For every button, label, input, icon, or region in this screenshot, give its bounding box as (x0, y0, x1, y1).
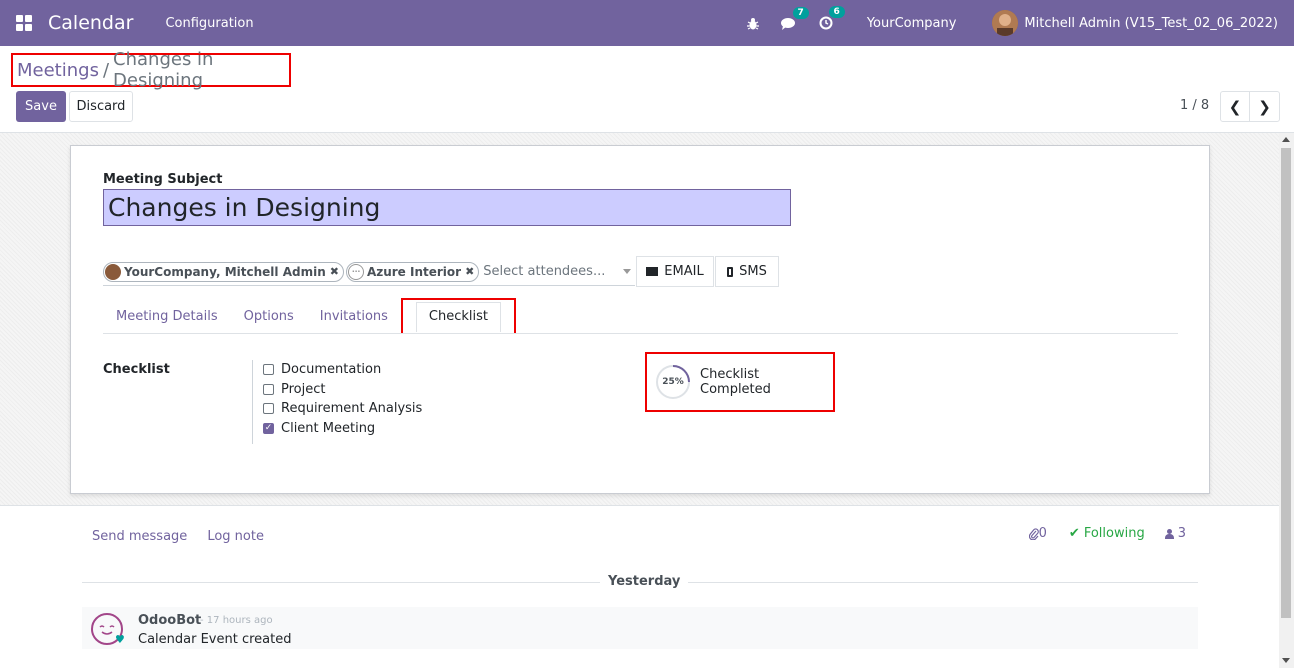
breadcrumb-meetings-link[interactable]: Meetings (17, 60, 99, 81)
chatter-message: ♥ OdooBot - 17 hours ago Calendar Event … (82, 607, 1198, 649)
progress-text: Checklist Completed (700, 367, 771, 397)
breadcrumb-current: Changes in Designing (113, 49, 214, 91)
user-menu[interactable]: Mitchell Admin (V15_Test_02_06_2022) (1024, 16, 1278, 31)
attendee-name: Azure Interior (366, 264, 462, 279)
messages-count-badge: 7 (792, 6, 809, 19)
activities-count-badge: 6 (828, 6, 845, 18)
remove-tag-icon[interactable]: ✖ (330, 265, 339, 278)
send-message-button[interactable]: Send message (92, 529, 187, 544)
heart-icon: ♥ (115, 633, 125, 646)
checkbox[interactable] (263, 403, 274, 415)
checklist-item-label: Documentation (281, 362, 382, 378)
chatter-topbar: Send message Log note 0 ✔ Following 3 (82, 526, 1198, 546)
following-label: Following (1083, 526, 1145, 541)
scroll-thumb[interactable] (1281, 148, 1291, 618)
email-button-label: EMAIL (664, 264, 704, 279)
tab-checklist-label: Checklist (415, 301, 502, 332)
dropdown-caret-icon[interactable] (623, 269, 631, 274)
user-icon (1164, 528, 1174, 539)
attachments-count: 0 (1038, 526, 1047, 541)
attendee-avatar (105, 263, 121, 280)
menu-configuration[interactable]: Configuration (165, 16, 253, 31)
attendee-search-input[interactable]: Select attendees... (481, 264, 623, 279)
apps-menu-icon[interactable] (16, 15, 32, 31)
breadcrumb: Meetings / Changes in Designing (11, 49, 291, 91)
attendee-avatar: ⋯ (347, 263, 364, 280)
followers-count: 3 (1177, 526, 1186, 541)
discard-button[interactable]: Discard (69, 91, 133, 122)
top-navbar: Calendar Configuration 7 6 YourCompany M… (0, 0, 1294, 46)
tab-meeting-details[interactable]: Meeting Details (103, 298, 231, 334)
checklist-item-label: Client Meeting (281, 420, 376, 436)
checkbox[interactable] (263, 364, 274, 376)
vertical-scrollbar[interactable] (1279, 133, 1294, 668)
form-tabs: Meeting Details Options Invitations Chec… (103, 298, 1178, 334)
sms-button[interactable]: SMS (715, 256, 779, 287)
tab-options[interactable]: Options (231, 298, 307, 334)
company-switcher[interactable]: YourCompany (867, 16, 957, 31)
checklist-item-label: Project (281, 381, 326, 397)
app-title[interactable]: Calendar (48, 12, 133, 34)
pager-buttons: ❮ ❯ (1220, 91, 1280, 122)
messaging-icon[interactable]: 7 (780, 6, 809, 30)
mobile-phone-icon (727, 266, 734, 277)
following-button[interactable]: ✔ Following (1069, 526, 1145, 541)
chevron-left-icon[interactable]: ❮ (1221, 92, 1250, 121)
envelope-icon (646, 267, 659, 276)
progress-circle: 25% (655, 364, 691, 400)
subject-input[interactable]: Changes in Designing (103, 189, 791, 226)
pager-value[interactable]: 1 / 8 (1180, 98, 1209, 113)
tab-invitations[interactable]: Invitations (307, 298, 401, 334)
form-sheet: Meeting Subject Changes in Designing You… (70, 145, 1210, 494)
attendee-name: YourCompany, Mitchell Admin (124, 264, 326, 279)
email-button[interactable]: EMAIL (636, 256, 714, 287)
checkbox[interactable] (263, 383, 274, 395)
checklist-progress: 25% Checklist Completed (645, 352, 835, 412)
chevron-right-icon[interactable]: ❯ (1250, 92, 1279, 121)
message-body: Calendar Event created (138, 632, 292, 647)
checklist-item-label: Requirement Analysis (281, 401, 423, 417)
message-time: - 17 hours ago (200, 615, 273, 626)
tab-checklist[interactable]: Checklist (400, 298, 517, 333)
attachments-button[interactable]: 0 (1028, 526, 1047, 541)
scroll-up-arrow-icon[interactable] (1282, 137, 1290, 142)
checklist-item[interactable]: Requirement Analysis (263, 399, 422, 419)
attendee-tag: ⋯ Azure Interior ✖ (345, 261, 480, 282)
odoobot-avatar: ♥ (91, 613, 125, 646)
sms-button-label: SMS (739, 264, 767, 279)
checklist-item[interactable]: ✓ Client Meeting (263, 419, 422, 439)
attendees-field[interactable]: YourCompany, Mitchell Admin ✖ ⋯ Azure In… (103, 258, 635, 286)
progress-percent: 25% (662, 377, 684, 387)
user-avatar[interactable] (992, 10, 1019, 36)
date-separator-label: Yesterday (600, 574, 689, 589)
remove-tag-icon[interactable]: ✖ (465, 265, 474, 278)
check-icon: ✔ (1068, 526, 1080, 541)
subject-label: Meeting Subject (103, 172, 223, 187)
checklist-item[interactable]: Project (263, 380, 422, 400)
scroll-down-arrow-icon[interactable] (1282, 658, 1290, 663)
checklist-items: Documentation Project Requirement Analys… (252, 360, 422, 444)
checklist-item[interactable]: Documentation (263, 360, 422, 380)
activities-clock-icon[interactable]: 6 (819, 6, 845, 30)
message-author[interactable]: OdooBot (138, 613, 201, 628)
log-note-button[interactable]: Log note (207, 529, 264, 544)
followers-button[interactable]: 3 (1164, 526, 1186, 541)
attendee-tag: YourCompany, Mitchell Admin ✖ (103, 261, 344, 282)
paperclip-icon (1028, 527, 1039, 540)
save-button[interactable]: Save (16, 91, 66, 122)
checkbox-checked[interactable]: ✓ (263, 422, 274, 434)
breadcrumb-separator: / (102, 59, 110, 81)
checklist-label: Checklist (103, 362, 170, 377)
debug-bug-icon[interactable] (746, 17, 759, 30)
